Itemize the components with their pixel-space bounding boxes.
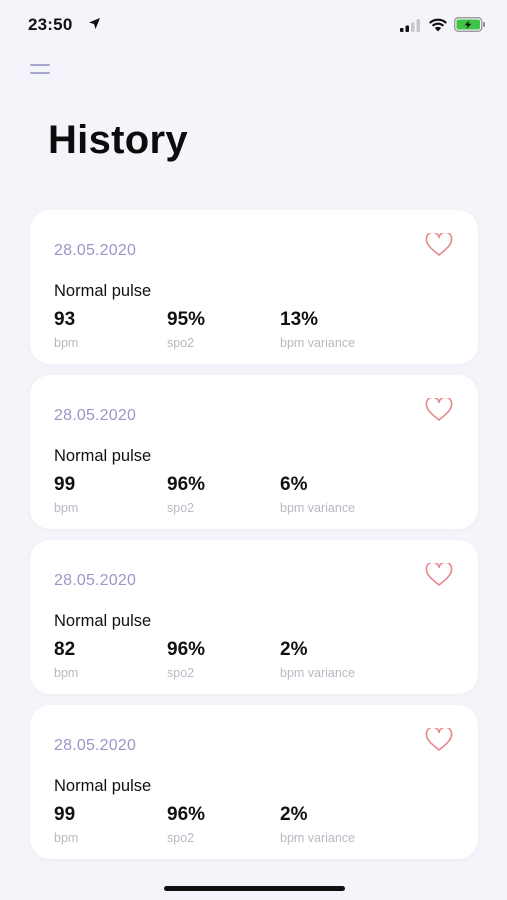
pulse-status: Normal pulse	[54, 777, 152, 795]
page-title: History	[48, 118, 188, 162]
location-arrow-icon	[89, 18, 100, 29]
spo2-value: 96%	[167, 639, 206, 660]
spo2-value: 96%	[167, 474, 206, 495]
battery-charging-icon	[454, 17, 485, 32]
record-date: 28.05.2020	[54, 572, 137, 589]
spo2-value: 95%	[167, 309, 206, 330]
bpm-variance-label: bpm variance	[280, 831, 356, 845]
bpm-variance-metric: 2% bpm variance	[280, 639, 355, 680]
history-card[interactable]: 28.05.2020 Normal pulse 99 bpm 96% spo2 …	[30, 705, 478, 859]
bpm-metric: 93 bpm	[54, 309, 78, 350]
bpm-label: bpm	[54, 666, 79, 680]
bpm-value: 93	[54, 309, 76, 330]
heart-icon[interactable]	[425, 398, 453, 422]
bpm-variance-metric: 6% bpm variance	[280, 474, 355, 515]
wifi-icon	[429, 18, 447, 32]
spo2-metric: 96% spo2	[167, 639, 205, 680]
spo2-value: 96%	[167, 804, 206, 825]
bpm-label: bpm	[54, 336, 79, 350]
bpm-label: bpm	[54, 501, 79, 515]
spo2-metric: 96% spo2	[167, 474, 205, 515]
bpm-variance-value: 2%	[280, 804, 308, 825]
cellular-signal-icon	[400, 19, 420, 32]
history-list: 28.05.2020 Normal pulse 93 bpm 95% spo2 …	[30, 210, 478, 870]
heart-icon[interactable]	[425, 728, 453, 752]
heart-icon[interactable]	[425, 563, 453, 587]
bpm-variance-value: 2%	[280, 639, 308, 660]
hamburger-menu-icon[interactable]	[30, 62, 50, 78]
spo2-label: spo2	[167, 666, 195, 680]
heart-icon[interactable]	[425, 233, 453, 257]
bpm-variance-label: bpm variance	[280, 336, 356, 350]
bpm-metric: 82 bpm	[54, 639, 78, 680]
bpm-variance-label: bpm variance	[280, 501, 356, 515]
bpm-label: bpm	[54, 831, 79, 845]
record-date: 28.05.2020	[54, 737, 137, 754]
bpm-variance-value: 13%	[280, 309, 319, 330]
home-indicator[interactable]	[164, 886, 345, 891]
spo2-label: spo2	[167, 336, 195, 350]
bpm-metric: 99 bpm	[54, 474, 78, 515]
bpm-variance-metric: 2% bpm variance	[280, 804, 355, 845]
history-card[interactable]: 28.05.2020 Normal pulse 93 bpm 95% spo2 …	[30, 210, 478, 364]
history-card[interactable]: 28.05.2020 Normal pulse 99 bpm 96% spo2 …	[30, 375, 478, 529]
bpm-variance-label: bpm variance	[280, 666, 356, 680]
pulse-status: Normal pulse	[54, 282, 152, 300]
status-time: 23:50	[28, 15, 73, 34]
bpm-variance-value: 6%	[280, 474, 308, 495]
bpm-value: 99	[54, 804, 76, 825]
pulse-status: Normal pulse	[54, 447, 152, 465]
history-card[interactable]: 28.05.2020 Normal pulse 82 bpm 96% spo2 …	[30, 540, 478, 694]
spo2-label: spo2	[167, 831, 195, 845]
bpm-value: 82	[54, 639, 76, 660]
bpm-variance-metric: 13% bpm variance	[280, 309, 355, 350]
spo2-metric: 96% spo2	[167, 804, 205, 845]
spo2-metric: 95% spo2	[167, 309, 205, 350]
bpm-value: 99	[54, 474, 76, 495]
status-bar: 23:50	[0, 0, 507, 52]
bpm-metric: 99 bpm	[54, 804, 78, 845]
pulse-status: Normal pulse	[54, 612, 152, 630]
spo2-label: spo2	[167, 501, 195, 515]
record-date: 28.05.2020	[54, 407, 137, 424]
record-date: 28.05.2020	[54, 242, 137, 259]
history-screen: 23:50 History 28.05.2020 Normal pulse 93…	[0, 0, 507, 900]
